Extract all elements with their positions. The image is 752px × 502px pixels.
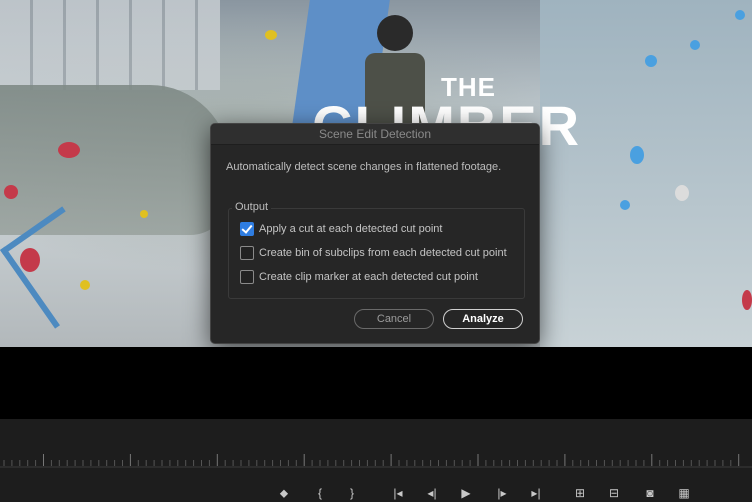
clip-marker-label: Create clip marker at each detected cut … bbox=[259, 271, 478, 283]
add-marker-icon[interactable]: ⬥ bbox=[274, 484, 294, 502]
climbing-hold bbox=[630, 146, 644, 164]
extract-icon[interactable]: ⊟ bbox=[604, 484, 624, 502]
climbing-hold bbox=[675, 185, 689, 201]
climbing-hold bbox=[140, 210, 148, 218]
time-ruler-ticks bbox=[3, 454, 740, 466]
create-bin-checkbox[interactable] bbox=[240, 246, 254, 260]
dialog-title: Scene Edit Detection bbox=[211, 124, 539, 145]
mark-out-icon[interactable]: } bbox=[342, 484, 362, 502]
clip-marker-checkbox[interactable] bbox=[240, 270, 254, 284]
apply-cut-checkbox[interactable] bbox=[240, 222, 254, 236]
cancel-button[interactable]: Cancel bbox=[354, 309, 434, 329]
output-group-label: Output bbox=[232, 201, 272, 213]
climbing-hold bbox=[20, 248, 40, 272]
mark-in-icon[interactable]: { bbox=[310, 484, 330, 502]
climbing-hold bbox=[735, 10, 745, 20]
step-back-icon[interactable]: ◂| bbox=[422, 484, 442, 502]
scene-edit-detection-dialog: Scene Edit Detection Automatically detec… bbox=[210, 123, 540, 344]
climbing-hold bbox=[4, 185, 18, 199]
climbing-hold bbox=[80, 280, 90, 290]
step-forward-icon[interactable]: |▸ bbox=[492, 484, 512, 502]
climbing-wall-right bbox=[540, 0, 752, 347]
climbing-hold bbox=[645, 55, 657, 67]
climbing-hold bbox=[742, 290, 752, 310]
go-to-in-icon[interactable]: |◂ bbox=[388, 484, 408, 502]
monitor-letterbox bbox=[0, 347, 752, 419]
climbing-wall-left bbox=[0, 85, 230, 235]
option-apply-cut[interactable]: Apply a cut at each detected cut point bbox=[240, 221, 442, 237]
climbing-hold bbox=[58, 142, 80, 158]
comparison-view-icon[interactable]: ▦ bbox=[674, 484, 694, 502]
option-create-bin[interactable]: Create bin of subclips from each detecte… bbox=[240, 245, 507, 261]
climbing-hold bbox=[265, 30, 277, 40]
create-bin-label: Create bin of subclips from each detecte… bbox=[259, 247, 507, 259]
export-frame-icon[interactable]: ◙ bbox=[640, 484, 660, 502]
dialog-description: Automatically detect scene changes in fl… bbox=[226, 161, 502, 173]
climbing-hold bbox=[620, 200, 630, 210]
option-clip-marker[interactable]: Create clip marker at each detected cut … bbox=[240, 269, 478, 285]
apply-cut-label: Apply a cut at each detected cut point bbox=[259, 223, 443, 235]
go-to-out-icon[interactable]: ▸| bbox=[526, 484, 546, 502]
climbing-hold bbox=[690, 40, 700, 50]
play-icon[interactable]: ▶ bbox=[456, 484, 476, 502]
time-ruler-track[interactable] bbox=[0, 466, 752, 468]
climber-head bbox=[377, 15, 413, 51]
analyze-button[interactable]: Analyze bbox=[443, 309, 523, 329]
ceiling bbox=[0, 0, 220, 90]
lift-icon[interactable]: ⊞ bbox=[570, 484, 590, 502]
